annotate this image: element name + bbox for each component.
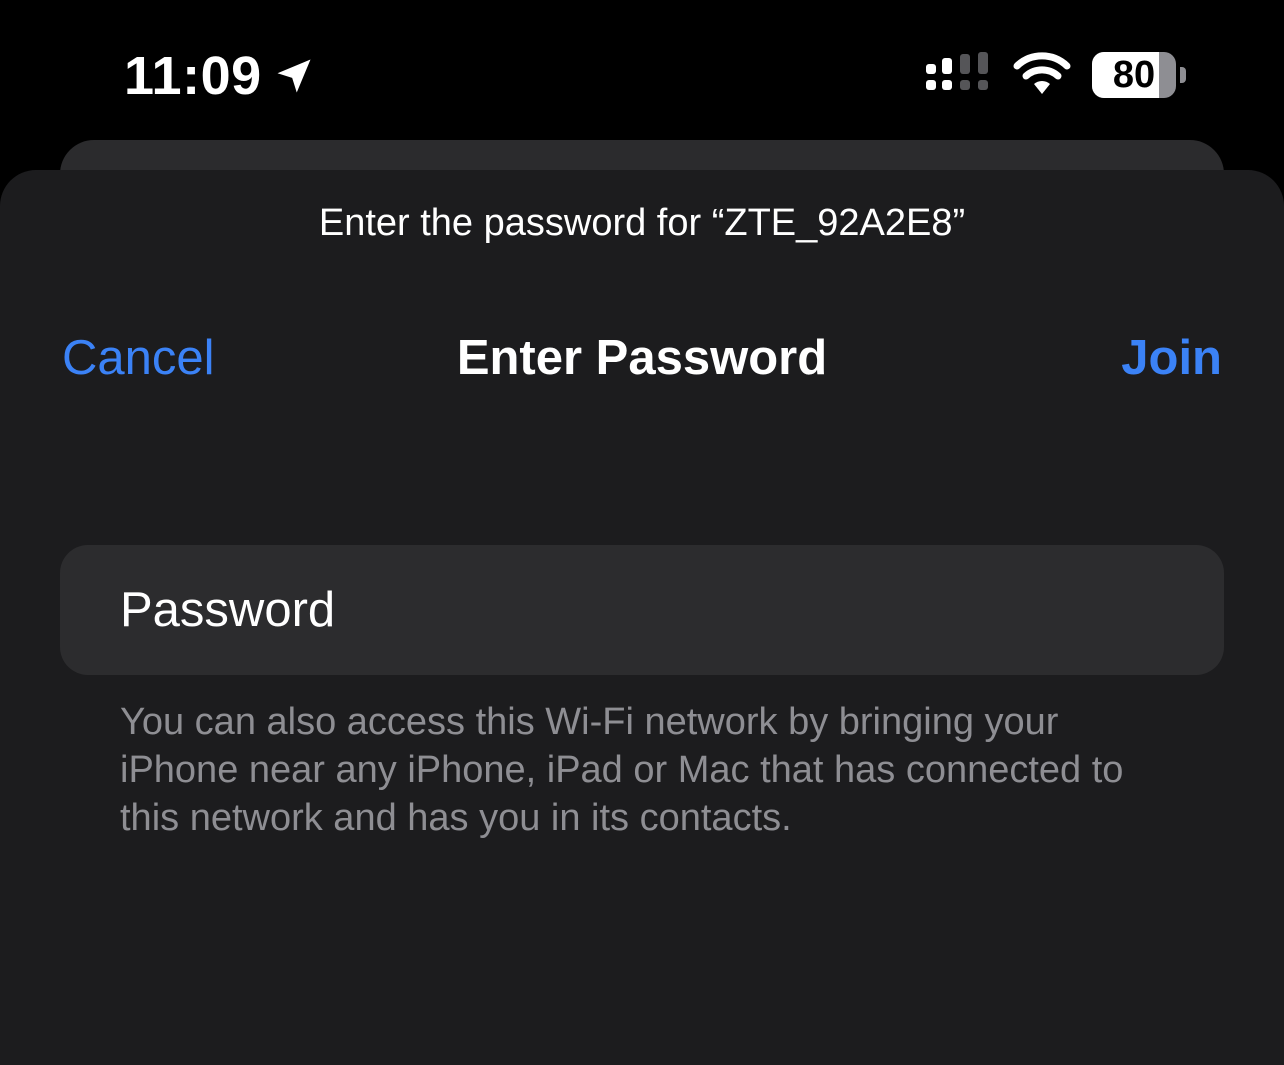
status-time: 11:09 — [124, 46, 262, 106]
password-sheet: Enter the password for “ZTE_92A2E8” Canc… — [0, 170, 1284, 1065]
network-prompt: Enter the password for “ZTE_92A2E8” — [318, 202, 966, 244]
cancel-button[interactable]: Cancel — [62, 328, 215, 388]
battery-icon: 80 — [1092, 52, 1188, 98]
password-input[interactable] — [120, 545, 1164, 675]
wifi-password-screen: 11:09 80 Enter the password for “ZTE_92A… — [0, 0, 1284, 1065]
cellular-signal-icon — [926, 52, 988, 90]
battery-body: 80 — [1092, 52, 1176, 98]
password-field[interactable] — [60, 545, 1224, 675]
location-arrow-icon — [277, 59, 311, 93]
battery-level: 80 — [1112, 54, 1156, 96]
password-sharing-footnote: You can also access this Wi-Fi network b… — [120, 701, 1124, 839]
battery-cap — [1180, 67, 1186, 83]
status-bar: 11:09 80 — [0, 0, 1284, 140]
join-button[interactable]: Join — [1121, 328, 1222, 388]
wifi-icon — [1013, 52, 1071, 94]
